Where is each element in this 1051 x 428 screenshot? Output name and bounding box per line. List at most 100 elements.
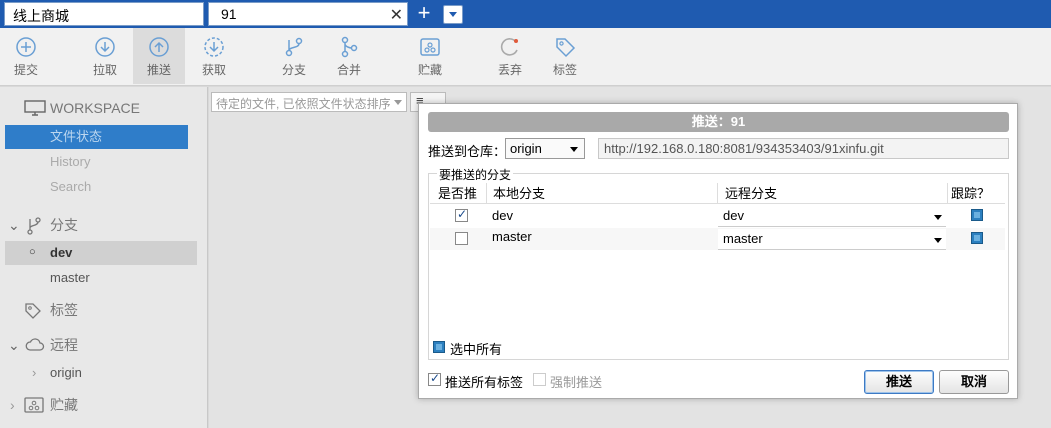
push-checkbox[interactable] bbox=[455, 207, 468, 222]
tab-menu-button[interactable] bbox=[443, 5, 463, 24]
select-all-checkbox[interactable]: 选中所有 bbox=[433, 339, 502, 358]
pull-icon bbox=[95, 37, 115, 57]
column-header-push: 是否推 bbox=[430, 183, 487, 204]
branches-group-label: 要推送的分支 bbox=[437, 166, 514, 183]
push-label: 推送 bbox=[146, 63, 171, 77]
local-branch-name: dev bbox=[492, 208, 513, 223]
force-push-checkbox[interactable] bbox=[533, 373, 546, 386]
monitor-icon bbox=[24, 100, 46, 116]
chevron-right-icon[interactable]: › bbox=[32, 361, 36, 385]
stashes-label: 贮藏 bbox=[50, 397, 78, 413]
select-all-label: 选中所有 bbox=[450, 342, 503, 357]
stash-button[interactable]: 贮藏 bbox=[404, 28, 456, 84]
branches-table: 是否推 本地分支 远程分支 跟踪？ dev dev master master bbox=[430, 183, 1005, 329]
toolbar: 提交 拉取 推送 获取 分支 合并 贮藏 丢弃 标签 bbox=[0, 28, 1051, 86]
pull-button[interactable]: 拉取 bbox=[79, 28, 131, 84]
push-all-tags-label: 推送所有标签 bbox=[445, 375, 524, 390]
repo-label: 推送到仓库： bbox=[428, 144, 507, 159]
remote-branch-value: dev bbox=[723, 208, 744, 223]
push-confirm-button[interactable]: 推送 bbox=[864, 370, 934, 394]
branch-dev-label: dev bbox=[50, 245, 73, 260]
tab-bar: 线上商城 91 ✕ + bbox=[0, 0, 1051, 28]
search-label: Search bbox=[50, 179, 92, 194]
table-row: dev dev bbox=[430, 205, 1005, 227]
add-tab-button[interactable]: + bbox=[413, 2, 435, 25]
column-header-track: 跟踪？ bbox=[948, 183, 1005, 204]
branches-label: 分支 bbox=[50, 217, 78, 233]
stash-icon bbox=[24, 397, 44, 413]
discard-button[interactable]: 丢弃 bbox=[484, 28, 536, 84]
sidebar-workspace-header: WORKSPACE bbox=[0, 96, 208, 120]
pull-label: 拉取 bbox=[92, 63, 117, 77]
file-status-label: 文件状态 bbox=[50, 129, 103, 144]
merge-icon bbox=[341, 36, 358, 58]
tag-label: 标签 bbox=[552, 63, 577, 77]
push-dialog: 推送：91 推送到仓库： origin http://192.168.0.180… bbox=[418, 103, 1018, 399]
fetch-button[interactable]: 获取 bbox=[188, 28, 240, 84]
sidebar-stashes-header[interactable]: › 贮藏 bbox=[0, 393, 208, 417]
sidebar-item-history[interactable]: History bbox=[0, 150, 208, 174]
chevron-down-icon[interactable]: ⌄ bbox=[8, 213, 20, 237]
sidebar-item-remote-origin[interactable]: › origin bbox=[0, 361, 208, 385]
remotes-label: 远程 bbox=[50, 337, 78, 353]
push-button[interactable]: 推送 bbox=[133, 28, 185, 84]
push-icon bbox=[149, 37, 169, 57]
track-checkbox[interactable] bbox=[971, 209, 983, 221]
sidebar-item-branch-dev[interactable]: ○ dev bbox=[5, 241, 197, 265]
branch-icon bbox=[285, 37, 303, 57]
close-icon[interactable]: ✕ bbox=[390, 5, 403, 25]
merge-label: 合并 bbox=[336, 63, 361, 77]
cloud-icon bbox=[25, 338, 45, 351]
branch-icon bbox=[27, 217, 41, 235]
tag-button[interactable]: 标签 bbox=[539, 28, 591, 84]
push-all-tags-checkbox[interactable] bbox=[428, 371, 441, 386]
current-branch-icon: ○ bbox=[29, 246, 36, 258]
remote-branch-value: master bbox=[723, 231, 763, 246]
discard-label: 丢弃 bbox=[497, 63, 522, 77]
tags-label: 标签 bbox=[50, 302, 78, 318]
sidebar-tags-header[interactable]: 标签 bbox=[0, 298, 208, 322]
remote-branch-select[interactable]: master bbox=[718, 229, 946, 250]
local-branch-name: master bbox=[492, 229, 532, 244]
remote-branch-select[interactable]: dev bbox=[718, 206, 946, 227]
workspace-label: WORKSPACE bbox=[50, 100, 140, 116]
branch-master-label: master bbox=[50, 270, 90, 285]
stash-icon bbox=[420, 38, 440, 56]
fetch-label: 获取 bbox=[201, 63, 226, 77]
file-sort-select[interactable]: 待定的文件, 已依照文件状态排序 bbox=[211, 92, 407, 112]
select-all-box[interactable] bbox=[433, 341, 445, 353]
column-header-local: 本地分支 bbox=[487, 183, 718, 204]
sidebar-item-branch-master[interactable]: master bbox=[0, 266, 208, 290]
commit-button[interactable]: 提交 bbox=[0, 28, 52, 84]
tab-label: 91 bbox=[221, 6, 237, 22]
tab-91[interactable]: 91 ✕ bbox=[208, 2, 408, 26]
file-sort-value: 待定的文件, 已依照文件状态排序 bbox=[216, 97, 391, 111]
stash-label: 贮藏 bbox=[417, 63, 442, 77]
sidebar-branches-header[interactable]: ⌄ 分支 bbox=[0, 213, 208, 237]
merge-button[interactable]: 合并 bbox=[323, 28, 375, 84]
track-checkbox[interactable] bbox=[971, 232, 983, 244]
repo-select-value: origin bbox=[510, 141, 542, 156]
push-checkbox[interactable] bbox=[455, 232, 468, 245]
sidebar-remotes-header[interactable]: ⌄ 远程 bbox=[0, 333, 208, 357]
sidebar-item-search[interactable]: Search bbox=[0, 175, 208, 199]
force-push-option[interactable]: 强制推送 bbox=[533, 372, 602, 391]
repo-url-field[interactable]: http://192.168.0.180:8081/934353403/91xi… bbox=[598, 138, 1009, 159]
branch-label: 分支 bbox=[281, 63, 306, 77]
branch-button[interactable]: 分支 bbox=[268, 28, 320, 84]
commit-label: 提交 bbox=[13, 63, 38, 77]
tag-icon bbox=[25, 303, 41, 319]
history-label: History bbox=[50, 154, 91, 169]
tab-label: 线上商城 bbox=[13, 8, 69, 24]
commit-icon bbox=[16, 37, 36, 57]
sidebar-item-file-status[interactable]: 文件状态 bbox=[5, 125, 188, 149]
chevron-right-icon[interactable]: › bbox=[10, 393, 15, 417]
push-all-tags-option[interactable]: 推送所有标签 bbox=[428, 371, 524, 391]
table-row: master master bbox=[430, 228, 1005, 250]
repo-select[interactable]: origin bbox=[505, 138, 585, 159]
tab-online-mall[interactable]: 线上商城 bbox=[4, 2, 204, 26]
chevron-down-icon[interactable]: ⌄ bbox=[8, 333, 20, 357]
cancel-button[interactable]: 取消 bbox=[939, 370, 1009, 394]
fetch-icon bbox=[204, 37, 224, 57]
discard-icon bbox=[500, 38, 518, 56]
